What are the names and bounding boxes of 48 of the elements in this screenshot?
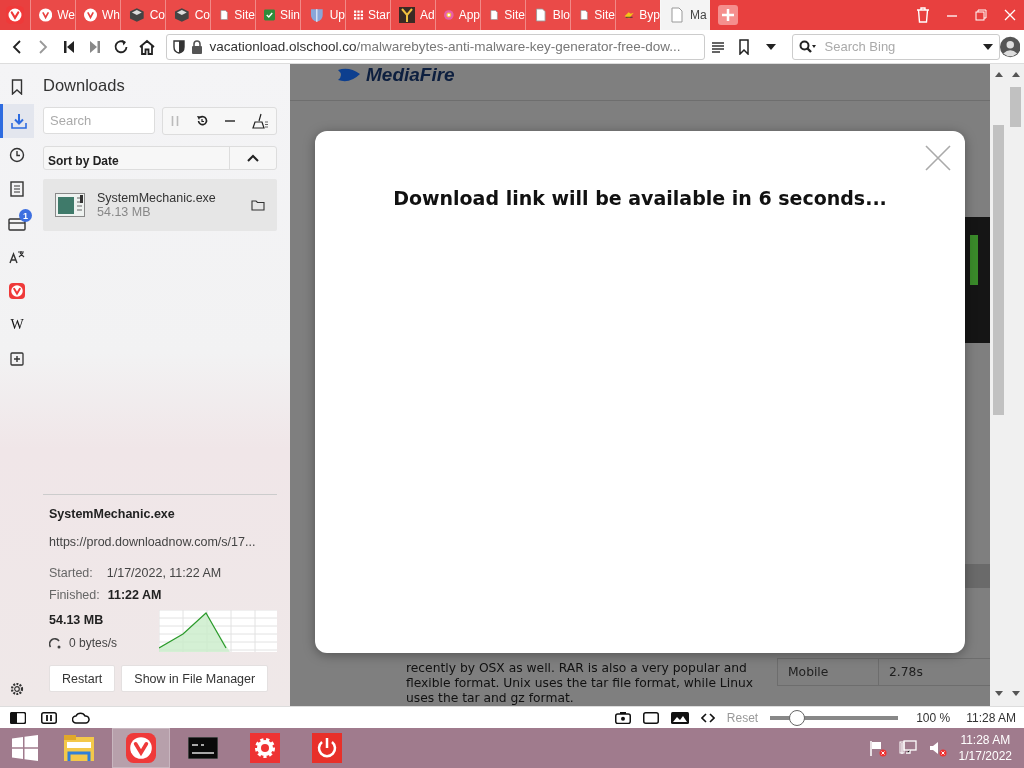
zoom-level: 100 % [916,710,951,725]
browser-tab[interactable]: We [30,0,75,30]
site-logo: MediaFire [366,64,455,86]
panel-button[interactable]: W [0,308,34,342]
action-button[interactable]: Restart [49,665,116,692]
article-paragraph: recently by OSX as well. RAR is also a very popular and flexible format. Unix uses the tar file format, while Linux uses the tar and gz format. [406,661,754,706]
browser-tab[interactable]: App [435,0,480,30]
browser-tab[interactable]: Ad [390,0,435,30]
browser-tab[interactable]: Byp [615,0,660,30]
browser-tab[interactable]: Site [480,0,525,30]
download-speed: 0 bytes/s [69,636,118,650]
search-field[interactable]: Search Bing [791,33,1000,60]
browser-tab[interactable]: Co [120,0,165,30]
download-item[interactable]: SystemMechanic.exe 54.13 MB [43,179,277,231]
browser-tab[interactable]: Up [300,0,345,30]
panel-button[interactable]: 1 [0,206,34,240]
clock: 11:28 AM [966,710,1016,725]
browser-tab[interactable]: Co [165,0,210,30]
table-cell: 2.78s [878,659,979,685]
unread-badge: 1 [19,209,32,222]
action-button[interactable]: Show in File Manager [121,665,269,692]
download-url: https://prod.downloadnow.com/s/17... [49,535,257,549]
table-cell: Mobile [777,659,878,685]
started-label: Started: [49,566,93,580]
browser-tab[interactable]: Wh [75,0,120,30]
file-name: SystemMechanic.exe [97,191,217,205]
search-field[interactable]: Search Bing [822,38,977,55]
taskbar-time: 11:28 AM [960,732,1011,748]
address-field[interactable]: vacationload.olschool.co/malwarebytes-anti-malware-key-generator-free-dow... [166,33,706,60]
file-size: 54.13 MB [97,205,152,219]
modal-message: Download link will be available in 6 seconds... [393,187,887,209]
search-field[interactable]: Search [43,107,155,134]
panel-title: Downloads [43,76,125,95]
download-size: 54.13 MB [49,613,104,627]
started-time: 1/17/2022, 11:22 AM [106,566,222,580]
sort-dropdown[interactable]: Sort by Date [44,147,229,174]
browser-tab[interactable]: Blo [525,0,570,30]
taskbar-date: 1/17/2022 [958,748,1012,764]
browser-tab[interactable]: Ma [660,0,710,30]
zoom-reset-button[interactable]: Reset [726,710,759,725]
browser-tab[interactable]: Site [570,0,615,30]
download-name: SystemMechanic.exe [49,507,176,521]
finished-time: 11:22 AM [107,588,162,602]
browser-tab[interactable]: Slin [255,0,300,30]
finished-label: Finished: [49,588,100,602]
browser-tab[interactable]: Site [210,0,255,30]
browser-tab[interactable]: Star [345,0,390,30]
wikipedia-panel-button[interactable]: W [10,317,24,333]
